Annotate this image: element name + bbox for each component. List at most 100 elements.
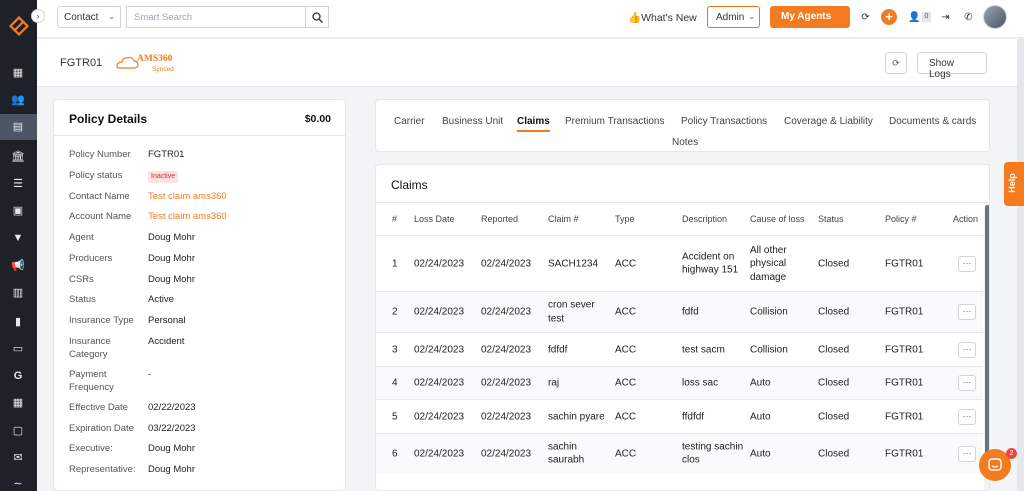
table-row[interactable]: 2 02/24/2023 02/24/2023 cron sever test ACC f… (376, 291, 983, 332)
row-action-button[interactable]: ··· (958, 341, 976, 358)
document-icon[interactable]: ▥ (11, 286, 25, 300)
smart-search-input[interactable]: Smart Search (126, 6, 306, 28)
table-cell: test sacm (682, 343, 725, 355)
policy-detail-value: Accident (148, 336, 185, 347)
policy-detail-label: Status (69, 294, 96, 305)
whats-new-link[interactable]: 👍What's New (628, 11, 697, 24)
tab-coverage-liability[interactable]: Coverage & Liability (784, 116, 873, 127)
table-cell: 02/24/2023 (481, 377, 532, 389)
folder-icon[interactable]: ▭ (11, 342, 25, 356)
role-select[interactable]: Admin ⌄ (707, 6, 760, 28)
google-icon[interactable]: G (11, 369, 25, 383)
policy-detail-label: CSRs (69, 274, 94, 285)
ams-title: AMS360 (137, 54, 173, 64)
table-cell: 2 (392, 306, 398, 318)
table-cell: 5 (392, 410, 398, 422)
add-new-button[interactable]: + (881, 9, 897, 25)
search-button[interactable] (305, 6, 329, 28)
table-row[interactable]: 3 02/24/2023 02/24/2023 fdfdf ACC test sacm Co… (376, 332, 983, 366)
policy-detail-label: Policy status (69, 170, 123, 181)
column-header: # (392, 214, 398, 224)
dashboard-icon[interactable]: ▦ (11, 66, 25, 80)
signature-icon[interactable]: ∼ (11, 477, 25, 491)
table-cell: Closed (818, 343, 850, 355)
table-cell: ACC (615, 447, 637, 459)
contact-card-icon[interactable]: ▣ (11, 204, 25, 218)
row-action-button[interactable]: ··· (958, 375, 976, 391)
table-cell: FGTR01 (885, 257, 924, 269)
table-row[interactable]: 5 02/24/2023 02/24/2023 sachin pyare ACC ffdf… (376, 399, 983, 433)
calculator-icon[interactable]: ▦ (11, 396, 25, 410)
sidebar-expand-button[interactable]: › (31, 9, 45, 23)
help-button[interactable]: Help (1004, 162, 1024, 206)
policy-detail-label: Representative: (69, 464, 136, 475)
policy-detail-value: 03/22/2023 (148, 423, 196, 434)
contact-name-link[interactable]: Test claim ams360 (148, 190, 227, 203)
policy-subheader: FGTR01 AMS360 Synced ⟳ Show Logs (37, 39, 1024, 87)
table-cell: 02/24/2023 (414, 306, 465, 318)
policy-details-title: Policy Details (69, 112, 148, 126)
bank-icon[interactable]: 🏛 (11, 150, 25, 164)
table-cell: Closed (818, 410, 850, 422)
table-cell: 02/24/2023 (414, 447, 465, 459)
tab-business-unit[interactable]: Business Unit (442, 116, 503, 127)
sync-icon[interactable]: ⟳ (859, 11, 872, 24)
user-avatar[interactable] (983, 5, 1007, 29)
mail-icon[interactable]: ✉ (11, 451, 25, 465)
logout-icon[interactable]: ⇥ (939, 11, 952, 24)
table-scrollbar-thumb[interactable] (985, 205, 989, 455)
account-name-link[interactable]: Test claim ams360 (148, 210, 227, 223)
row-action-button[interactable]: ··· (958, 445, 976, 462)
table-cell: FGTR01 (885, 306, 924, 318)
policy-amount: $0.00 (304, 113, 331, 125)
row-action-button[interactable]: ··· (958, 255, 976, 272)
policy-detail-value: Doug Mohr (148, 464, 195, 475)
phone-icon[interactable]: ✆ (962, 11, 975, 24)
policy-detail-value: Active (148, 294, 174, 305)
search-type-value: Contact (64, 12, 99, 23)
brand-logo-icon[interactable] (9, 16, 29, 36)
policy-details-card: Policy Details $0.00 Policy Number FGTR01… (53, 99, 346, 491)
tab-premium-transactions[interactable]: Premium Transactions (565, 116, 664, 127)
tab-carrier[interactable]: Carrier (394, 116, 425, 127)
refresh-button[interactable]: ⟳ (885, 52, 907, 74)
tab-policy-transactions[interactable]: Policy Transactions (681, 116, 767, 127)
table-row[interactable]: 6 02/24/2023 02/24/2023 sachin saurabh ACC te… (376, 433, 983, 473)
column-header: Description (682, 214, 728, 224)
bar-chart-icon[interactable]: ▮ (11, 315, 25, 329)
policy-detail-value: Doug Mohr (148, 232, 195, 243)
tab-claims[interactable]: Claims (517, 116, 550, 127)
policy-detail-value: Doug Mohr (148, 253, 195, 264)
policy-details-header: Policy Details $0.00 (54, 100, 345, 136)
policy-detail-label: Executive: (69, 443, 113, 454)
table-cell: 02/24/2023 (481, 306, 532, 318)
column-header: Status (818, 214, 844, 224)
user-icon[interactable]: 👤 (908, 11, 921, 24)
table-cell: sachin saurabh (548, 441, 585, 466)
policy-detail-label: Effective Date (69, 402, 128, 413)
filter-icon[interactable]: ▼ (11, 231, 25, 245)
tab-documents-cards[interactable]: Documents & cards (889, 116, 976, 127)
my-agents-button[interactable]: My Agents ⌄ (770, 6, 850, 33)
table-cell: ACC (615, 377, 637, 389)
policies-icon[interactable]: ▤ (11, 120, 25, 134)
chevron-down-icon: ⌄ (108, 12, 115, 21)
search-type-select[interactable]: Contact ⌄ (57, 6, 121, 28)
table-cell: FGTR01 (885, 377, 924, 389)
show-logs-button[interactable]: Show Logs (917, 52, 987, 80)
table-row[interactable]: 1 02/24/2023 02/24/2023 SACH1234 ACC Accident… (376, 235, 983, 291)
calendar-icon[interactable]: ▢ (11, 424, 25, 438)
table-cell: 02/24/2023 (481, 447, 532, 459)
table-cell: FGTR01 (885, 447, 924, 459)
thumbs-up-icon: 👍 (628, 12, 642, 24)
list-icon[interactable]: ☰ (11, 177, 25, 191)
table-cell: Auto (750, 377, 771, 389)
row-action-button[interactable]: ··· (958, 408, 976, 425)
megaphone-icon[interactable]: 📢 (11, 259, 25, 273)
table-row[interactable]: 4 02/24/2023 02/24/2023 raj ACC loss sac Auto C… (376, 366, 983, 399)
row-action-button[interactable]: ··· (958, 304, 976, 320)
page-scrollbar[interactable] (1017, 39, 1024, 491)
policy-code: FGTR01 (60, 57, 103, 69)
tab-notes[interactable]: Notes (672, 137, 698, 148)
contacts-icon[interactable]: 👥 (11, 93, 25, 107)
